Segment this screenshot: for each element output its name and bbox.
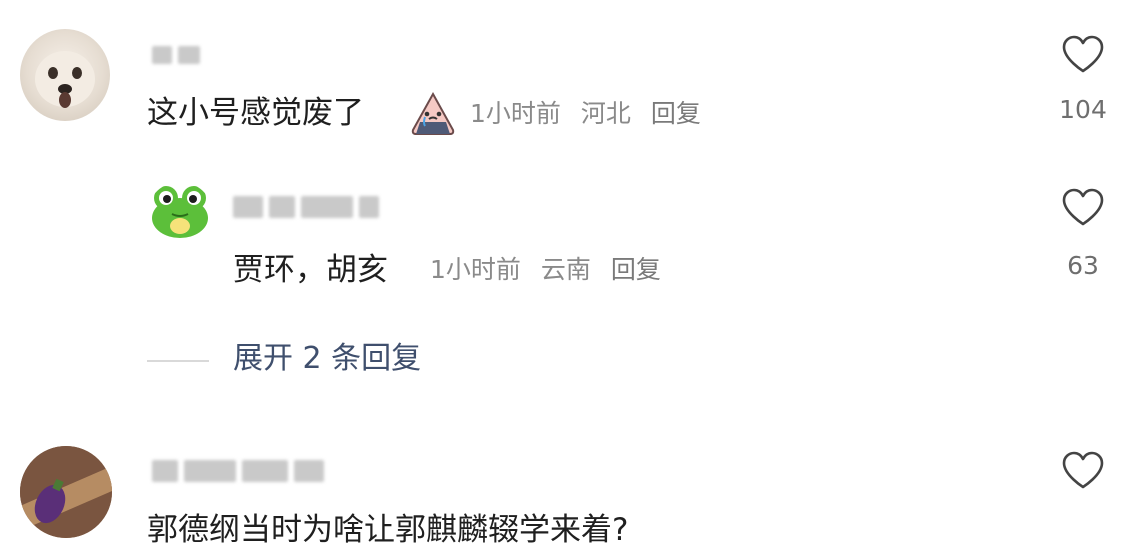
user-avatar[interactable] xyxy=(20,446,112,538)
comment-meta: 1小时前 云南 回复 xyxy=(430,257,661,282)
comment-time: 1小时前 xyxy=(430,255,521,284)
username-blurred[interactable] xyxy=(233,194,379,220)
username-blurred[interactable] xyxy=(152,42,200,68)
frog-avatar[interactable] xyxy=(148,182,212,242)
username-blurred[interactable] xyxy=(152,458,324,484)
user-avatar[interactable] xyxy=(20,29,110,121)
comment-time: 1小时前 xyxy=(470,99,561,128)
comment-text: 贾环，胡亥 xyxy=(233,252,388,288)
comment-text: 这小号感觉废了 xyxy=(147,95,364,131)
heart-outline-icon[interactable] xyxy=(1061,450,1105,490)
expand-replies-button[interactable]: 展开 2 条回复 xyxy=(233,344,421,374)
comment-location: 云南 xyxy=(540,255,591,284)
reply-button[interactable]: 回复 xyxy=(651,99,701,128)
comment-text: 郭德纲当时为啥让郭麒麟辍学来着? xyxy=(147,512,629,548)
comment-location: 河北 xyxy=(580,99,631,128)
like-count: 104 xyxy=(1059,95,1107,124)
heart-outline-icon[interactable] xyxy=(1061,187,1105,227)
eggplant-avatar-icon xyxy=(20,446,112,538)
reply-button[interactable]: 回复 xyxy=(611,255,661,284)
dog-avatar-icon xyxy=(35,51,95,108)
heart-outline-icon[interactable] xyxy=(1061,34,1105,74)
divider xyxy=(147,360,209,362)
crying-onigiri-emoji-icon xyxy=(408,90,458,138)
like-count: 63 xyxy=(1067,251,1099,280)
comment-meta: 1小时前 河北 回复 xyxy=(470,101,701,126)
frog-avatar-icon xyxy=(152,186,208,238)
